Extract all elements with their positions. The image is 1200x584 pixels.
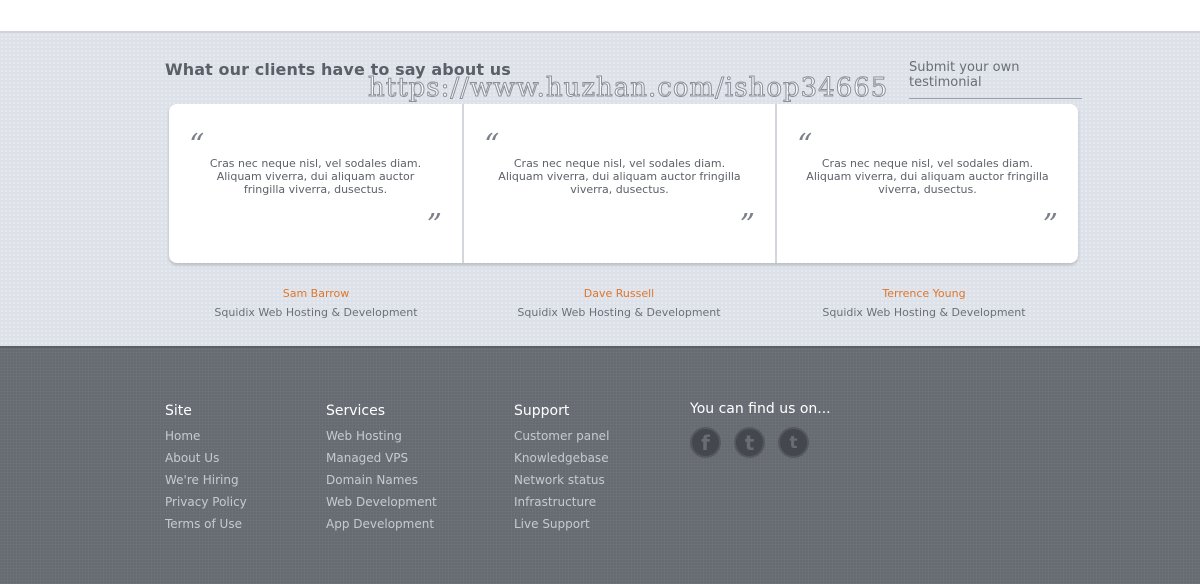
footer-link-infrastructure[interactable]: Infrastructure	[514, 491, 609, 513]
footer-heading: Services	[326, 403, 386, 419]
footer-link-home[interactable]: Home	[165, 425, 247, 447]
footer-link-app-development[interactable]: App Development	[326, 513, 437, 535]
footer-link-about-us[interactable]: About Us	[165, 447, 247, 469]
submit-testimonial-link[interactable]: Submit your own testimonial	[909, 60, 1082, 99]
footer-link-network-status[interactable]: Network status	[514, 469, 609, 491]
footer-link-customer-panel[interactable]: Customer panel	[514, 425, 609, 447]
author-block: Sam Barrow Squidix Web Hosting & Develop…	[166, 287, 466, 319]
watermark: https://www.huzhan.com/ishop34665	[367, 73, 889, 104]
testimonial-cards: “ Cras nec neque nisl, vel sodales diam.…	[169, 104, 1078, 263]
author-block: Dave Russell Squidix Web Hosting & Devel…	[469, 287, 769, 319]
footer-link-managed-vps[interactable]: Managed VPS	[326, 447, 437, 469]
twitter-icon[interactable]: t	[778, 427, 809, 458]
social-heading: You can find us on...	[690, 401, 831, 417]
social-links: f t t	[690, 427, 809, 458]
footer-heading: Support	[514, 403, 570, 419]
footer-link-live-support[interactable]: Live Support	[514, 513, 609, 535]
footer-link-web-hosting[interactable]: Web Hosting	[326, 425, 437, 447]
footer-link-privacy[interactable]: Privacy Policy	[165, 491, 247, 513]
author-company: Squidix Web Hosting & Development	[822, 306, 1026, 319]
author-name: Sam Barrow	[282, 287, 350, 300]
testimonial-text: Cras nec neque nisl, vel sodales diam. A…	[806, 157, 1049, 196]
footer-heading: Site	[165, 403, 192, 419]
testimonial-card: “ Cras nec neque nisl, vel sodales diam.…	[462, 104, 775, 263]
footer-link-domain-names[interactable]: Domain Names	[326, 469, 437, 491]
tumblr-icon[interactable]: t	[734, 427, 765, 458]
testimonial-text: Cras nec neque nisl, vel sodales diam. A…	[498, 157, 741, 196]
footer-column-services: Services Web Hosting Managed VPS Domain …	[326, 403, 437, 535]
testimonials-section: What our clients have to say about us Su…	[0, 33, 1200, 346]
close-quote-icon: ”	[426, 208, 442, 243]
footer-link-knowledgebase[interactable]: Knowledgebase	[514, 447, 609, 469]
testimonial-text: Cras nec neque nisl, vel sodales diam. A…	[209, 157, 422, 196]
footer-link-hiring[interactable]: We're Hiring	[165, 469, 247, 491]
facebook-icon[interactable]: f	[690, 427, 721, 458]
close-quote-icon: ”	[739, 208, 755, 243]
site-footer: Site Home About Us We're Hiring Privacy …	[0, 346, 1200, 584]
author-company: Squidix Web Hosting & Development	[517, 306, 721, 319]
author-name: Dave Russell	[583, 287, 655, 300]
footer-link-web-development[interactable]: Web Development	[326, 491, 437, 513]
testimonial-authors: Sam Barrow Squidix Web Hosting & Develop…	[165, 287, 1082, 327]
footer-link-terms[interactable]: Terms of Use	[165, 513, 247, 535]
author-company: Squidix Web Hosting & Development	[214, 306, 418, 319]
testimonial-card: “ Cras nec neque nisl, vel sodales diam.…	[775, 104, 1078, 263]
footer-column-support: Support Customer panel Knowledgebase Net…	[514, 403, 609, 535]
author-name: Terrence Young	[882, 287, 966, 300]
testimonial-card: “ Cras nec neque nisl, vel sodales diam.…	[169, 104, 462, 263]
footer-column-site: Site Home About Us We're Hiring Privacy …	[165, 403, 247, 535]
close-quote-icon: ”	[1042, 208, 1058, 243]
top-bar	[0, 0, 1200, 33]
author-block: Terrence Young Squidix Web Hosting & Dev…	[774, 287, 1074, 319]
